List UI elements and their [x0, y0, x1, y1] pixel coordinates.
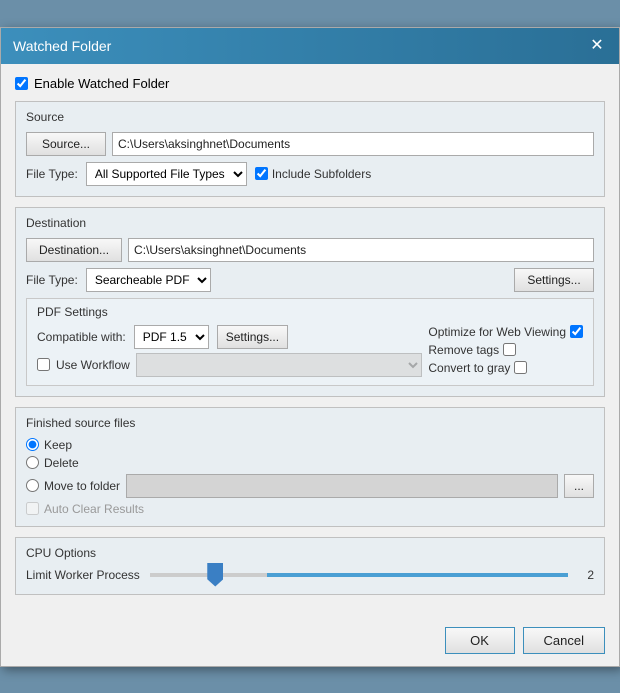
source-filetype-select[interactable]: All Supported File Types PDF TIFF JPEG	[86, 162, 247, 186]
convert-gray-checkbox[interactable]	[514, 361, 527, 374]
compat-row: Compatible with: PDF 1.5 PDF 1.4 PDF 1.6…	[37, 325, 422, 349]
watched-folder-dialog: Watched Folder ✕ Enable Watched Folder S…	[0, 27, 620, 667]
pdf-settings-title: PDF Settings	[37, 305, 583, 319]
source-section: Source Source... File Type: All Supporte…	[15, 101, 605, 197]
finished-section: Finished source files Keep Delete Move t…	[15, 407, 605, 527]
slider-container: Limit Worker Process 2	[26, 568, 594, 582]
move-row: Move to folder ...	[26, 474, 594, 498]
workflow-label[interactable]: Use Workflow	[56, 358, 130, 372]
compat-select[interactable]: PDF 1.5 PDF 1.4 PDF 1.6 PDF 1.7	[134, 325, 209, 349]
ok-button[interactable]: OK	[445, 627, 515, 654]
destination-filetype-row: File Type: Searcheable PDF PDF PDF/A TIF…	[26, 268, 594, 292]
compat-label: Compatible with:	[37, 330, 126, 344]
source-path-input[interactable]	[112, 132, 594, 156]
move-path-input[interactable]	[126, 474, 558, 498]
cancel-button[interactable]: Cancel	[523, 627, 605, 654]
optimize-checkbox[interactable]	[570, 325, 583, 338]
destination-section: Destination Destination... File Type: Se…	[15, 207, 605, 397]
pdf-right-checkboxes: Optimize for Web Viewing Remove tags Con…	[428, 325, 583, 375]
destination-path-row: Destination...	[26, 238, 594, 262]
dest-filetype-label: File Type:	[26, 273, 78, 287]
source-path-row: Source...	[26, 132, 594, 156]
source-button[interactable]: Source...	[26, 132, 106, 156]
keep-radio-label[interactable]: Keep	[26, 438, 594, 452]
cpu-section-label: CPU Options	[26, 546, 594, 560]
finished-section-label: Finished source files	[26, 416, 594, 430]
bottom-bar: OK Cancel	[1, 619, 619, 666]
pdf-settings-left: Compatible with: PDF 1.5 PDF 1.4 PDF 1.6…	[37, 325, 422, 377]
enable-row: Enable Watched Folder	[15, 76, 605, 91]
delete-radio[interactable]	[26, 456, 39, 469]
include-subfolders-checkbox[interactable]	[255, 167, 268, 180]
include-subfolders-label[interactable]: Include Subfolders	[255, 167, 371, 181]
source-section-label: Source	[26, 110, 594, 124]
delete-radio-label[interactable]: Delete	[26, 456, 594, 470]
source-filetype-row: File Type: All Supported File Types PDF …	[26, 162, 594, 186]
workflow-checkbox[interactable]	[37, 358, 50, 371]
slider-label: Limit Worker Process	[26, 568, 140, 582]
move-radio-label[interactable]: Move to folder	[26, 479, 120, 493]
destination-path-input[interactable]	[128, 238, 594, 262]
move-browse-button[interactable]: ...	[564, 474, 594, 498]
move-radio[interactable]	[26, 479, 39, 492]
dialog-title: Watched Folder	[13, 38, 111, 54]
slider-value: 2	[578, 568, 594, 582]
close-button[interactable]: ✕	[587, 36, 607, 56]
enable-label[interactable]: Enable Watched Folder	[34, 76, 169, 91]
title-bar: Watched Folder ✕	[1, 28, 619, 64]
auto-clear-checkbox[interactable]	[26, 502, 39, 515]
remove-tags-checkbox[interactable]	[503, 343, 516, 356]
cpu-section: CPU Options Limit Worker Process 2	[15, 537, 605, 595]
convert-gray-label[interactable]: Convert to gray	[428, 361, 583, 375]
pdf-settings-group: PDF Settings Compatible with: PDF 1.5 PD…	[26, 298, 594, 386]
workflow-row: Use Workflow	[37, 353, 422, 377]
destination-button[interactable]: Destination...	[26, 238, 122, 262]
workflow-select[interactable]	[136, 353, 423, 377]
cpu-slider[interactable]	[150, 573, 568, 577]
dest-settings-button[interactable]: Settings...	[514, 268, 594, 292]
keep-radio[interactable]	[26, 438, 39, 451]
enable-checkbox[interactable]	[15, 77, 28, 90]
source-filetype-label: File Type:	[26, 167, 78, 181]
pdf-inner-settings-button[interactable]: Settings...	[217, 325, 288, 349]
remove-tags-label[interactable]: Remove tags	[428, 343, 583, 357]
dialog-body: Enable Watched Folder Source Source... F…	[1, 64, 619, 619]
optimize-label[interactable]: Optimize for Web Viewing	[428, 325, 583, 339]
auto-clear-label[interactable]: Auto Clear Results	[26, 502, 594, 516]
dest-filetype-select[interactable]: Searcheable PDF PDF PDF/A TIFF JPEG	[86, 268, 211, 292]
destination-section-label: Destination	[26, 216, 594, 230]
